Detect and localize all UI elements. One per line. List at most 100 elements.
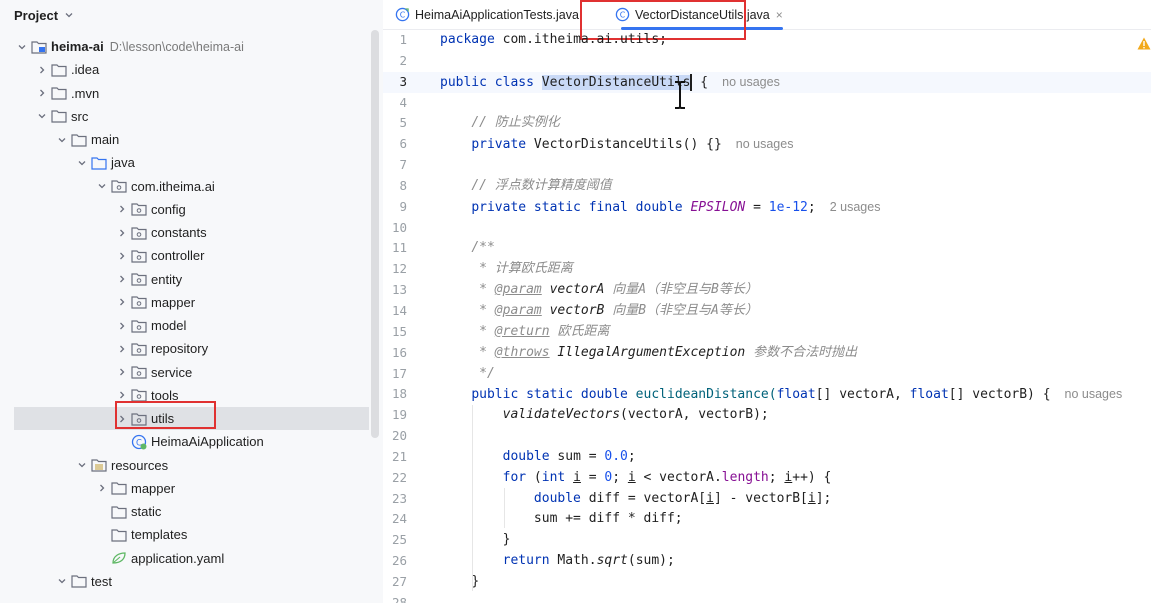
- chevron-right-icon[interactable]: [114, 318, 130, 334]
- line-number[interactable]: 21: [383, 447, 431, 468]
- number: 0.0: [604, 448, 628, 464]
- code-line-16: * @throws IllegalArgumentException 参数不合法…: [471, 344, 858, 360]
- chevron-down-icon[interactable]: [14, 39, 30, 55]
- tree-item-label: mapper: [151, 294, 196, 310]
- tree-item-entity[interactable]: entity: [0, 268, 383, 291]
- line-number[interactable]: 15: [383, 322, 431, 343]
- chevron-down-icon[interactable]: [74, 155, 90, 171]
- line-number[interactable]: 16: [383, 343, 431, 364]
- module-folder-icon: [30, 39, 48, 55]
- chevron-right-icon[interactable]: [114, 387, 130, 403]
- tree-item-mapper[interactable]: mapper: [0, 477, 383, 500]
- line-number[interactable]: 13: [383, 280, 431, 301]
- chevron-right-icon[interactable]: [114, 294, 130, 310]
- tree-item-static[interactable]: static: [0, 500, 383, 523]
- tree-item-java[interactable]: java: [0, 151, 383, 174]
- tree-item-test[interactable]: test: [0, 570, 383, 593]
- line-number[interactable]: 12: [383, 259, 431, 280]
- line-number[interactable]: 17: [383, 364, 431, 385]
- tab-vector-distance-utils[interactable]: C VectorDistanceUtils.java ×: [607, 0, 791, 30]
- chevron-down-icon[interactable]: [94, 178, 110, 194]
- line-number[interactable]: 20: [383, 426, 431, 447]
- line-number[interactable]: 7: [383, 155, 431, 176]
- selected-class-name: VectorDistanceUtils: [541, 74, 691, 90]
- tree-item-resources[interactable]: resources: [0, 454, 383, 477]
- code-line-24: sum += diff * diff;: [383, 509, 1151, 530]
- code-line-13: * @param vectorA 向量A（非空且与B等长）: [471, 282, 758, 298]
- tree-item--idea[interactable]: .idea: [0, 58, 383, 81]
- line-number[interactable]: 22: [383, 468, 431, 489]
- chevron-right-icon[interactable]: [34, 62, 50, 78]
- keyword: double: [502, 448, 550, 464]
- line-number[interactable]: 6: [383, 134, 431, 155]
- tree-item-main[interactable]: main: [0, 128, 383, 151]
- tree-item--mvn[interactable]: .mvn: [0, 82, 383, 105]
- method-name: euclideanDistance(: [627, 387, 777, 403]
- tree-item-model[interactable]: model: [0, 314, 383, 337]
- svg-text:C: C: [620, 11, 626, 20]
- chevron-right-icon[interactable]: [114, 364, 130, 380]
- line-number[interactable]: 8: [383, 176, 431, 197]
- line-number[interactable]: 14: [383, 301, 431, 322]
- line-number[interactable]: 4: [383, 93, 431, 114]
- usage-hint[interactable]: no usages: [722, 75, 780, 89]
- tree-item-tools[interactable]: tools: [0, 384, 383, 407]
- line-number[interactable]: 26: [383, 551, 431, 572]
- statement: ++) {: [792, 469, 832, 485]
- line-number[interactable]: 23: [383, 489, 431, 510]
- line-number[interactable]: 27: [383, 572, 431, 593]
- chevron-right-icon[interactable]: [114, 411, 130, 427]
- tree-item-heima-ai[interactable]: heima-ai D:\lesson\code\heima-ai: [0, 35, 383, 58]
- chevron-right-icon[interactable]: [34, 85, 50, 101]
- code-line-5: // 防止实例化: [383, 113, 1151, 134]
- line-number[interactable]: 10: [383, 218, 431, 239]
- tree-item-constants[interactable]: constants: [0, 221, 383, 244]
- tree-item-application-yaml[interactable]: application.yaml: [0, 547, 383, 570]
- usage-hint[interactable]: 2 usages: [830, 200, 881, 214]
- usage-hint[interactable]: no usages: [1065, 387, 1123, 401]
- tree-item-repository[interactable]: repository: [0, 337, 383, 360]
- line-number-gutter: 1 2 3 4 5 6 7 8 9 10 11 12 13 14 15 16 17 18 19 20 21 22 23 24 2…: [383, 30, 431, 603]
- tree-item-label: heima-ai: [51, 39, 104, 55]
- line-number[interactable]: 28: [383, 593, 431, 603]
- code-line-12: * 计算欧氏距离: [383, 259, 1151, 280]
- chevron-down-icon[interactable]: [54, 573, 70, 589]
- tree-item-mapper[interactable]: mapper: [0, 291, 383, 314]
- line-number[interactable]: 2: [383, 51, 431, 72]
- code-area[interactable]: package com.itheima.ai.utils; public cla…: [383, 30, 1151, 603]
- chevron-down-icon[interactable]: [64, 10, 74, 20]
- chevron-down-icon[interactable]: [34, 108, 50, 124]
- line-number[interactable]: 18: [383, 384, 431, 405]
- line-number[interactable]: 1: [383, 30, 431, 51]
- chevron-down-icon[interactable]: [54, 132, 70, 148]
- chevron-right-icon[interactable]: [114, 201, 130, 217]
- tree-item-src[interactable]: src: [0, 105, 383, 128]
- chevron-right-icon[interactable]: [114, 271, 130, 287]
- line-number[interactable]: 5: [383, 113, 431, 134]
- chevron-right-icon[interactable]: [94, 480, 110, 496]
- chevron-right-icon[interactable]: [114, 225, 130, 241]
- line-number[interactable]: 3: [383, 72, 431, 93]
- line-number[interactable]: 9: [383, 197, 431, 218]
- tree-item-config[interactable]: config: [0, 198, 383, 221]
- line-number[interactable]: 11: [383, 238, 431, 259]
- project-header[interactable]: Project: [0, 0, 383, 30]
- tree-item-com-itheima-ai[interactable]: com.itheima.ai: [0, 175, 383, 198]
- usage-hint[interactable]: no usages: [736, 137, 794, 151]
- line-number[interactable]: 25: [383, 530, 431, 551]
- tree-item-heimaaiapplication[interactable]: C HeimaAiApplication: [0, 430, 383, 453]
- tab-heima-ai-application-tests[interactable]: C HeimaAiApplicationTests.java: [387, 0, 587, 30]
- chevron-down-icon[interactable]: [74, 457, 90, 473]
- punct: ;: [768, 469, 785, 485]
- line-number[interactable]: 19: [383, 405, 431, 426]
- keyword: public static double: [471, 387, 628, 403]
- tree-item-templates[interactable]: templates: [0, 523, 383, 546]
- close-icon[interactable]: ×: [776, 8, 783, 22]
- tree-item-utils[interactable]: utils: [14, 407, 369, 431]
- project-scrollbar[interactable]: [371, 30, 379, 438]
- tree-item-service[interactable]: service: [0, 361, 383, 384]
- chevron-right-icon[interactable]: [114, 248, 130, 264]
- tree-item-controller[interactable]: controller: [0, 244, 383, 267]
- line-number[interactable]: 24: [383, 509, 431, 530]
- chevron-right-icon[interactable]: [114, 341, 130, 357]
